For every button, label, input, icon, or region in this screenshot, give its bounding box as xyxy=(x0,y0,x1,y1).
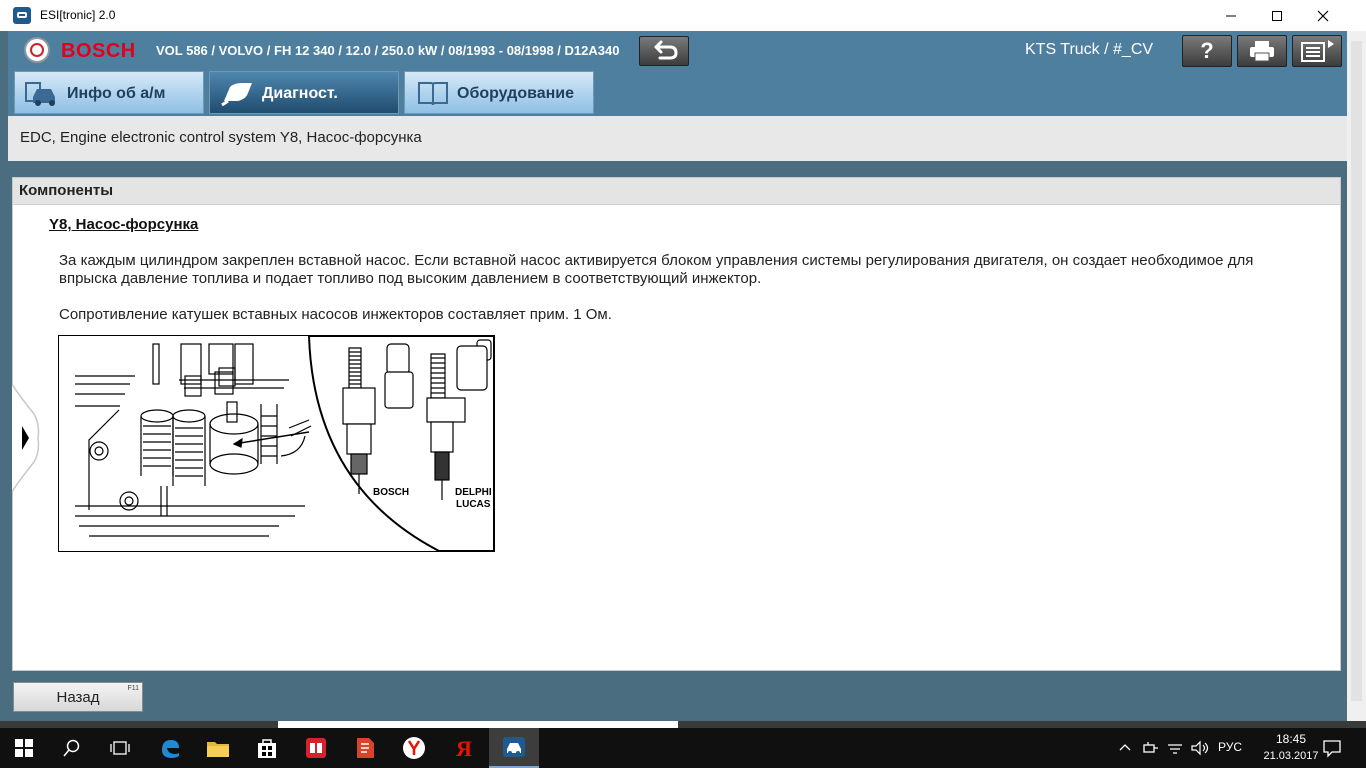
tab-vehicle-info-label: Инфо об а/м xyxy=(67,85,166,102)
taskbar: Я РУС 18:45 21.03.2017 xyxy=(0,728,1366,768)
window-title-bar: ESI[tronic] 2.0 xyxy=(0,0,1366,31)
components-panel: Компоненты Y8, Насос-форсунка За каждым … xyxy=(12,177,1341,671)
window-title: ESI[tronic] 2.0 xyxy=(40,8,116,22)
list-arrow-icon xyxy=(1301,40,1334,62)
component-title: Y8, Насос-форсунка xyxy=(49,216,199,233)
yandex-browser-icon xyxy=(403,737,425,759)
search-icon xyxy=(63,739,80,757)
volume-icon[interactable] xyxy=(1190,739,1210,762)
taskbar-explorer[interactable] xyxy=(194,728,242,768)
figure-label-bosch: BOSCH xyxy=(373,487,409,498)
folder-icon xyxy=(207,742,229,757)
taskbar-yandex-browser[interactable] xyxy=(390,728,438,768)
app-header: BOSCH VOL 586 / VOLVO / FH 12 340 / 12.0… xyxy=(8,31,1347,71)
clock-time[interactable]: 18:45 xyxy=(1265,732,1317,746)
tab-equipment-label: Оборудование xyxy=(457,85,575,102)
breadcrumb: EDC, Engine electronic control system Y8… xyxy=(8,116,1347,161)
taskbar-yandex[interactable]: Я xyxy=(439,728,487,768)
back-button-label: Назад xyxy=(56,689,100,706)
tab-vehicle-info[interactable]: Инфо об а/м xyxy=(14,71,204,114)
taskbar-store[interactable] xyxy=(243,728,291,768)
chevron-right-icon xyxy=(11,383,40,493)
tab-diagnostics-label: Диагност. xyxy=(262,85,338,102)
back-button-shortcut: F11 xyxy=(127,685,139,692)
task-view-icon xyxy=(110,741,130,755)
book-reader-icon xyxy=(306,738,326,758)
taskbar-edge[interactable] xyxy=(146,728,194,768)
return-button[interactable] xyxy=(639,36,689,66)
power-plug-icon[interactable] xyxy=(1142,739,1160,762)
injector-illustration: BOSCH DELPHI LUCAS xyxy=(58,335,495,552)
car-info-icon xyxy=(25,82,55,106)
task-view-button[interactable] xyxy=(96,728,144,768)
help-icon: ? xyxy=(1200,38,1214,63)
component-resistance-note: Сопротивление катушек вставных насосов и… xyxy=(59,306,612,323)
tab-equipment[interactable]: Оборудование xyxy=(404,71,594,114)
edge-browser-icon xyxy=(162,740,179,758)
taskbar-search[interactable] xyxy=(48,728,96,768)
printer-icon xyxy=(1250,41,1274,62)
injector-drawing: BOSCH DELPHI LUCAS xyxy=(75,336,494,551)
component-description: За каждым цилиндром закреплен вставной н… xyxy=(59,252,1254,287)
taskbar-esitronic[interactable] xyxy=(489,728,539,768)
close-button[interactable] xyxy=(1300,0,1346,31)
bosch-logo-icon xyxy=(24,37,50,63)
windows-start-icon xyxy=(15,739,33,757)
maximize-icon xyxy=(1272,10,1282,21)
taskbar-reader[interactable] xyxy=(292,728,340,768)
device-info: KTS Truck / #_CV xyxy=(1025,41,1154,58)
panel-header: Компоненты xyxy=(13,178,1340,205)
network-icon[interactable] xyxy=(1166,739,1184,762)
brand-name: BOSCH xyxy=(61,40,136,62)
tab-diagnostics[interactable]: Диагност. xyxy=(209,71,399,114)
tray-chevron-icon[interactable] xyxy=(1118,740,1132,759)
minimize-icon xyxy=(1226,15,1236,16)
start-button[interactable] xyxy=(0,728,48,768)
return-arrow-icon xyxy=(654,40,678,60)
figure-label-lucas: LUCAS xyxy=(456,499,491,510)
scrollbar-thumb[interactable] xyxy=(1351,41,1362,701)
vehicle-info: VOL 586 / VOLVO / FH 12 340 / 12.0 / 250… xyxy=(156,43,620,58)
main-tabs: Инфо об а/м Диагност. Оборудование xyxy=(8,71,1347,116)
panel-heading: Компоненты xyxy=(19,182,114,199)
esitronic-app-icon xyxy=(503,737,525,757)
print-button[interactable] xyxy=(1237,35,1287,67)
desktop-strip-window xyxy=(278,721,678,728)
notification-icon[interactable] xyxy=(1322,738,1342,763)
minimize-button[interactable] xyxy=(1208,0,1254,31)
maximize-button[interactable] xyxy=(1254,0,1300,31)
svg-text:Я: Я xyxy=(456,736,472,760)
yandex-icon: Я xyxy=(456,736,472,760)
book-icon xyxy=(418,82,448,106)
store-bag-icon xyxy=(258,739,276,758)
clock-date[interactable]: 21.03.2017 xyxy=(1258,750,1324,762)
side-panel-toggle[interactable] xyxy=(11,383,40,493)
document-app-icon xyxy=(357,738,374,758)
menu-button[interactable] xyxy=(1292,35,1342,67)
help-button[interactable]: ? xyxy=(1182,35,1232,67)
vertical-scrollbar[interactable] xyxy=(1347,31,1366,721)
diagnostic-plug-icon xyxy=(221,83,252,107)
taskbar-app-red[interactable] xyxy=(341,728,389,768)
close-icon xyxy=(1317,10,1329,21)
back-button[interactable]: Назад F11 xyxy=(13,682,143,712)
figure-label-delphi: DELPHI xyxy=(455,487,492,498)
breadcrumb-text: EDC, Engine electronic control system Y8… xyxy=(20,129,422,146)
language-indicator[interactable]: РУС xyxy=(1218,740,1242,754)
desktop-strip xyxy=(0,721,1366,728)
app-icon xyxy=(13,7,31,24)
